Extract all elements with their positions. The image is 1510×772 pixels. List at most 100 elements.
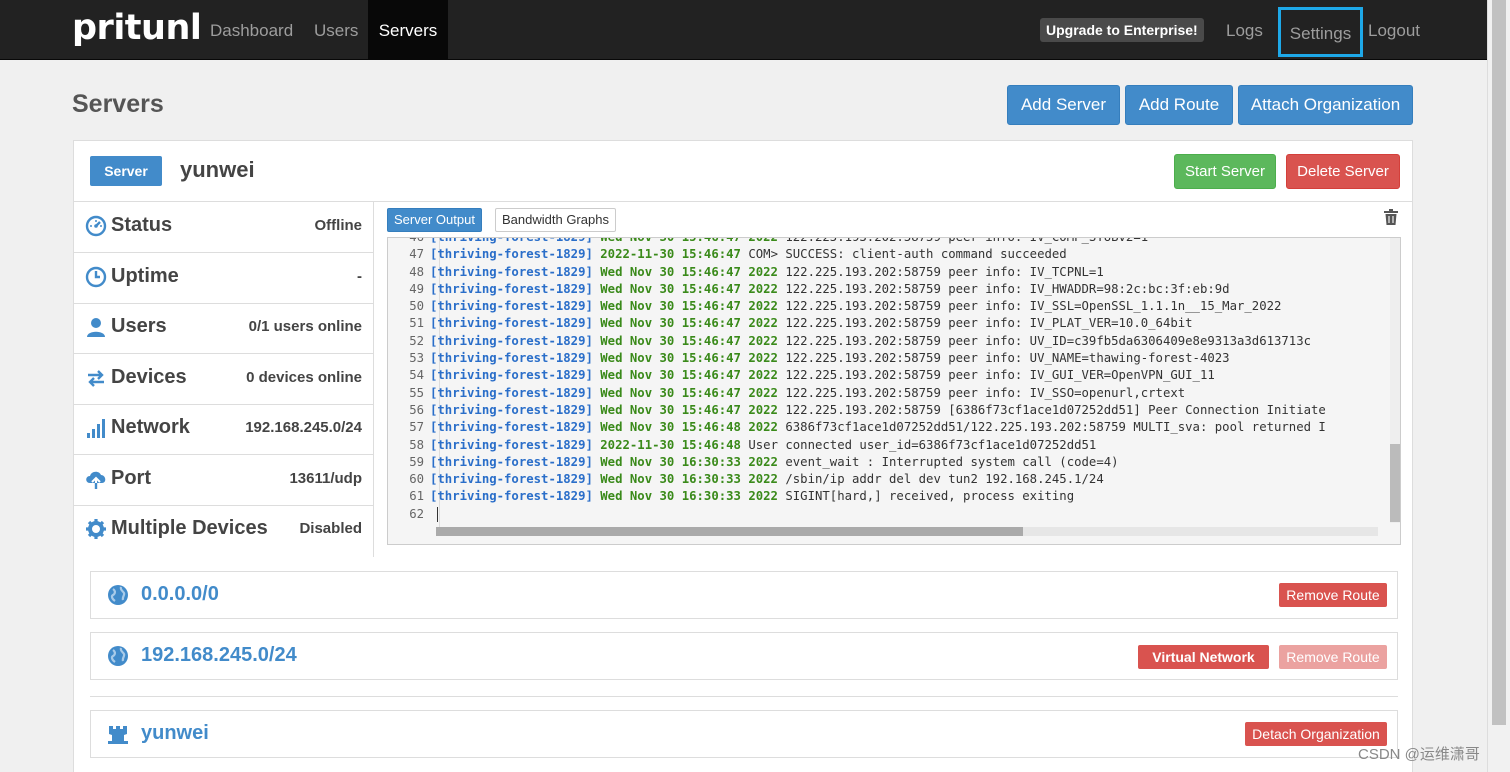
log-source: [thriving-forest-1829] bbox=[430, 454, 593, 469]
page-scrollbar[interactable] bbox=[1487, 0, 1510, 772]
log-timestamp: Wed Nov 30 15:46:47 2022 bbox=[600, 368, 778, 383]
cloud-upload-icon bbox=[86, 471, 106, 489]
tab-server-output[interactable]: Server Output bbox=[387, 208, 482, 232]
signal-icon bbox=[87, 419, 105, 438]
organization-name[interactable]: yunwei bbox=[141, 722, 209, 745]
line-number: 62 bbox=[409, 506, 424, 521]
line-number: 60 bbox=[409, 472, 424, 487]
user-icon bbox=[87, 318, 105, 337]
line-number: 50 bbox=[409, 299, 424, 314]
line-number: 56 bbox=[409, 402, 424, 417]
line-number: 55 bbox=[409, 385, 424, 400]
log-vertical-scrollbar[interactable] bbox=[1390, 238, 1400, 523]
nav-users[interactable]: Users bbox=[302, 0, 370, 60]
log-vertical-scrollbar-thumb[interactable] bbox=[1390, 444, 1400, 522]
log-line: 54 [thriving-forest-1829] Wed Nov 30 15:4… bbox=[388, 367, 1388, 384]
log-horizontal-scrollbar-thumb[interactable] bbox=[436, 527, 1023, 536]
log-message: /sbin/ip addr del dev tun2 192.168.245.1… bbox=[785, 472, 1104, 487]
stat-value: - bbox=[357, 268, 362, 285]
stat-devices: Devices 0 devices online bbox=[74, 354, 374, 405]
log-timestamp: Wed Nov 30 15:46:48 2022 bbox=[600, 420, 778, 435]
route-cidr: 192.168.245.0/24 bbox=[141, 644, 297, 666]
nav-logs[interactable]: Logs bbox=[1214, 0, 1275, 60]
nav-servers[interactable]: Servers bbox=[368, 0, 448, 60]
virtual-network-button[interactable]: Virtual Network bbox=[1138, 645, 1269, 669]
log-line: 49 [thriving-forest-1829] Wed Nov 30 15:4… bbox=[388, 281, 1388, 298]
line-number: 46 bbox=[409, 237, 424, 244]
log-line: 60 [thriving-forest-1829] Wed Nov 30 16:3… bbox=[388, 471, 1388, 488]
server-output-log[interactable]: 46 [thriving-forest-1829] Wed Nov 30 15:4… bbox=[387, 237, 1401, 545]
stat-value: 0/1 users online bbox=[248, 318, 362, 335]
log-timestamp: Wed Nov 30 15:46:47 2022 bbox=[600, 333, 778, 348]
log-source: [thriving-forest-1829] bbox=[430, 316, 593, 331]
log-line: 46 [thriving-forest-1829] Wed Nov 30 15:4… bbox=[388, 237, 1388, 246]
divider bbox=[90, 696, 1398, 697]
line-number: 48 bbox=[409, 264, 424, 279]
log-message: event_wait : Interrupted system call (co… bbox=[785, 454, 1119, 469]
nav-dashboard[interactable]: Dashboard bbox=[198, 0, 305, 60]
stat-value: 192.168.245.0/24 bbox=[245, 419, 362, 436]
server-panel: Server yunwei Start Server Delete Server… bbox=[73, 140, 1413, 772]
line-number: 59 bbox=[409, 454, 424, 469]
log-timestamp: Wed Nov 30 15:46:47 2022 bbox=[600, 281, 778, 296]
log-source: [thriving-forest-1829] bbox=[430, 437, 593, 452]
line-number: 52 bbox=[409, 333, 424, 348]
log-message: 122.225.193.202:58759 peer info: IV_PLAT… bbox=[785, 316, 1193, 331]
log-source: [thriving-forest-1829] bbox=[430, 247, 593, 262]
upgrade-enterprise-button[interactable]: Upgrade to Enterprise! bbox=[1040, 18, 1204, 42]
server-stats: Status Offline Uptime - Users 0/1 users … bbox=[74, 202, 374, 557]
remove-route-button[interactable]: Remove Route bbox=[1279, 645, 1387, 669]
add-server-button[interactable]: Add Server bbox=[1007, 85, 1120, 125]
server-badge: Server bbox=[90, 156, 162, 186]
text-cursor bbox=[437, 506, 439, 522]
log-line: 48 [thriving-forest-1829] Wed Nov 30 15:4… bbox=[388, 264, 1388, 281]
log-message: 122.225.193.202:58759 peer info: IV_GUI_… bbox=[785, 368, 1215, 383]
line-number: 58 bbox=[409, 437, 424, 452]
stat-label: Devices bbox=[111, 366, 187, 388]
nav-logout[interactable]: Logout bbox=[1356, 0, 1432, 60]
log-message: 122.225.193.202:58759 peer info: IV_SSO=… bbox=[785, 385, 1186, 400]
log-line: 56 [thriving-forest-1829] Wed Nov 30 15:4… bbox=[388, 402, 1388, 419]
add-route-button[interactable]: Add Route bbox=[1125, 85, 1233, 125]
log-line: 55 [thriving-forest-1829] Wed Nov 30 15:4… bbox=[388, 385, 1388, 402]
log-source: [thriving-forest-1829] bbox=[430, 333, 593, 348]
page-scrollbar-thumb[interactable] bbox=[1492, 0, 1506, 725]
log-source: [thriving-forest-1829] bbox=[430, 472, 593, 487]
log-source: [thriving-forest-1829] bbox=[430, 351, 593, 366]
trash-icon[interactable] bbox=[1384, 209, 1398, 225]
line-number: 49 bbox=[409, 281, 424, 296]
log-source: [thriving-forest-1829] bbox=[430, 281, 593, 296]
log-source: [thriving-forest-1829] bbox=[430, 237, 593, 244]
log-timestamp: 2022-11-30 15:46:47 bbox=[600, 247, 741, 262]
tab-bandwidth-graphs[interactable]: Bandwidth Graphs bbox=[495, 208, 616, 232]
brand-logo[interactable]: pritunl bbox=[72, 8, 202, 48]
start-server-button[interactable]: Start Server bbox=[1174, 154, 1276, 189]
log-timestamp: Wed Nov 30 15:46:47 2022 bbox=[600, 316, 778, 331]
organization-item: yunwei Detach Organization bbox=[90, 710, 1398, 758]
stat-port: Port 13611/udp bbox=[74, 455, 374, 506]
stat-users: Users 0/1 users online bbox=[74, 303, 374, 354]
status-icon bbox=[85, 215, 107, 237]
attach-organization-button[interactable]: Attach Organization bbox=[1238, 85, 1413, 125]
log-timestamp: Wed Nov 30 15:46:47 2022 bbox=[600, 264, 778, 279]
route-cidr: 0.0.0.0/0 bbox=[141, 583, 219, 605]
stat-status: Status Offline bbox=[74, 202, 374, 253]
log-timestamp: 2022-11-30 15:46:48 bbox=[600, 437, 741, 452]
log-timestamp: Wed Nov 30 16:30:33 2022 bbox=[600, 489, 778, 504]
stat-uptime: Uptime - bbox=[74, 253, 374, 304]
route-item: 192.168.245.0/24 Virtual Network Remove … bbox=[90, 632, 1398, 680]
line-number: 54 bbox=[409, 368, 424, 383]
log-timestamp: Wed Nov 30 15:46:47 2022 bbox=[600, 385, 778, 400]
log-message: 122.225.193.202:58759 peer info: UV_ID=c… bbox=[785, 333, 1312, 348]
log-source: [thriving-forest-1829] bbox=[430, 489, 593, 504]
gear-icon bbox=[86, 519, 106, 539]
nav-settings[interactable]: Settings bbox=[1278, 7, 1363, 57]
log-source: [thriving-forest-1829] bbox=[430, 368, 593, 383]
log-line: 61 [thriving-forest-1829] Wed Nov 30 16:3… bbox=[388, 488, 1388, 505]
stat-label: Users bbox=[111, 315, 167, 337]
log-horizontal-scrollbar[interactable] bbox=[436, 527, 1378, 536]
remove-route-button[interactable]: Remove Route bbox=[1279, 583, 1387, 607]
stat-multiple-devices: Multiple Devices Disabled bbox=[74, 505, 374, 556]
delete-server-button[interactable]: Delete Server bbox=[1286, 154, 1400, 189]
server-name[interactable]: yunwei bbox=[180, 157, 255, 183]
